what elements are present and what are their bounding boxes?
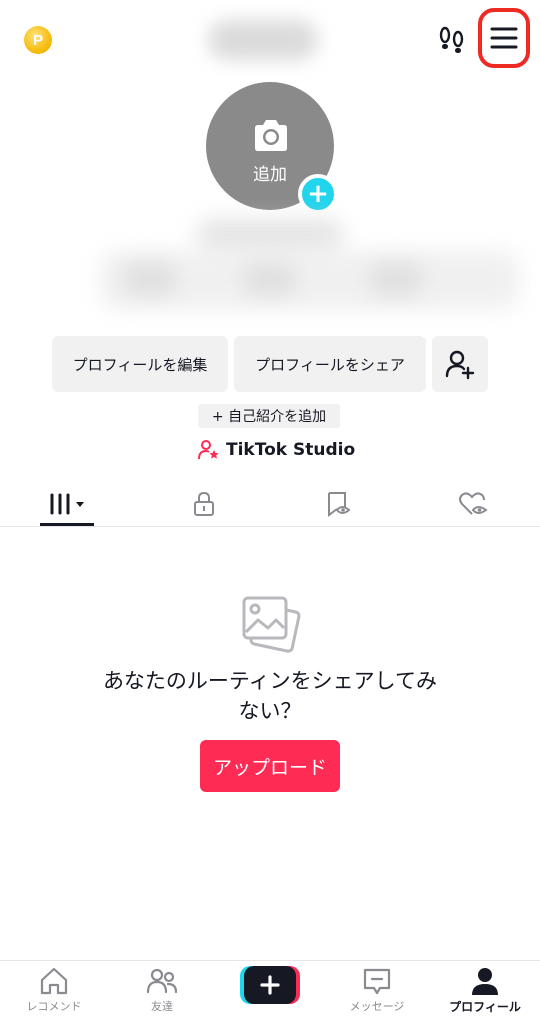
empty-state-line-2: ない？ <box>238 699 302 723</box>
photos-icon <box>242 596 301 653</box>
heart-eye-icon <box>459 492 488 515</box>
studio-icon <box>198 440 219 460</box>
empty-state-message: あなたのルーティンをシェアしてみ ない？ <box>80 666 460 726</box>
tiktok-studio-link[interactable]: TikTok Studio <box>198 438 355 462</box>
nav-profile-label: プロフィール <box>449 1000 521 1014</box>
hamburger-menu-icon[interactable] <box>484 18 524 58</box>
plus-glyph: + <box>307 179 329 209</box>
nav-messages-label: メッセージ <box>349 1000 405 1013</box>
upload-button[interactable]: アップロード <box>200 740 340 792</box>
lock-icon <box>194 491 214 516</box>
create-button[interactable] <box>240 966 300 1004</box>
tab-divider <box>0 526 540 527</box>
tab-saved[interactable] <box>310 482 366 526</box>
display-name-blurred <box>196 218 344 250</box>
add-friend-button[interactable] <box>432 336 488 392</box>
add-user-icon <box>445 350 475 380</box>
studio-label: TikTok Studio <box>226 440 356 460</box>
nav-friends[interactable]: 友達 <box>112 966 212 1022</box>
tab-private[interactable] <box>176 482 232 526</box>
nav-profile[interactable]: プロフィール <box>435 966 535 1022</box>
nav-messages[interactable]: メッセージ <box>327 966 427 1022</box>
profile-icon <box>472 968 498 995</box>
username-blurred <box>208 20 318 60</box>
nav-home-label: レコメンド <box>26 1000 82 1013</box>
friends-icon <box>146 968 178 994</box>
nav-home[interactable]: レコメンド <box>4 966 104 1022</box>
stat-following-blurred <box>122 262 178 296</box>
camera-icon <box>255 120 287 151</box>
home-icon <box>40 967 68 995</box>
nav-friends-label: 友達 <box>151 1000 173 1013</box>
tab-liked[interactable] <box>445 482 501 526</box>
stat-likes-blurred <box>368 262 424 296</box>
edit-profile-button[interactable]: プロフィールを編集 <box>52 336 228 392</box>
avatar-add-button[interactable]: + <box>298 174 338 214</box>
bookmark-eye-icon <box>328 492 351 517</box>
share-profile-button[interactable]: プロフィールをシェア <box>234 336 426 392</box>
message-icon <box>363 968 391 995</box>
stat-followers-blurred <box>242 262 298 296</box>
add-bio-button[interactable]: + 自己紹介を追加 <box>198 404 340 428</box>
tab-videos[interactable] <box>40 482 96 526</box>
coin-icon[interactable]: P <box>24 26 52 54</box>
coin-glyph: P <box>32 31 43 49</box>
grid-icon <box>50 493 84 515</box>
empty-state-line-1: あなたのルーティンをシェアしてみ <box>102 669 438 693</box>
footprints-icon[interactable] <box>436 24 468 56</box>
